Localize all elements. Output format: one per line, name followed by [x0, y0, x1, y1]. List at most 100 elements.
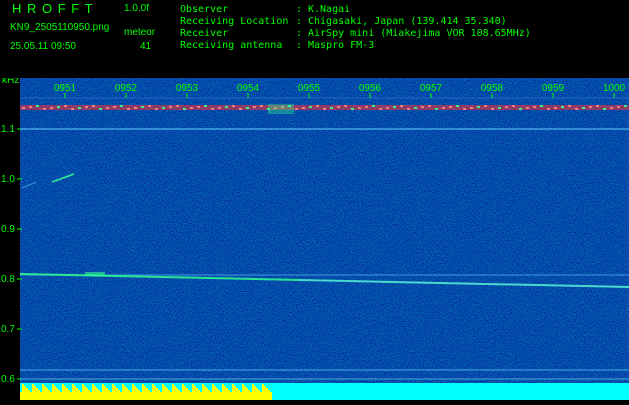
intensity-bar-yellow	[122, 384, 124, 400]
intensity-bar-yellow	[86, 388, 88, 400]
intensity-bar-yellow	[270, 392, 272, 400]
info-label-observer: Observer	[180, 4, 229, 15]
carrier-speck	[365, 106, 368, 108]
time-label: 0954	[237, 83, 260, 94]
carrier-speck	[106, 107, 109, 109]
freq-label: 0.8	[1, 274, 15, 285]
carrier-speck	[386, 107, 389, 109]
intensity-bar-yellow	[114, 386, 116, 400]
info-value-observer: K.Nagai	[308, 4, 351, 15]
carrier-speck	[407, 108, 410, 110]
freq-label: 0.9	[1, 224, 15, 235]
meteor-echo	[85, 272, 105, 276]
intensity-bar-yellow	[200, 392, 202, 400]
intensity-bar-yellow	[30, 392, 32, 400]
intensity-bar-yellow	[22, 384, 24, 400]
intensity-bar-yellow	[258, 390, 260, 400]
intensity-bar-yellow	[198, 390, 200, 400]
date-time: 25.05.11 09:50	[10, 41, 76, 52]
intensity-bar-yellow	[256, 388, 258, 400]
intensity-bar-yellow	[242, 384, 244, 400]
intensity-bar-yellow	[202, 384, 204, 400]
intensity-bar-yellow	[250, 392, 252, 400]
intensity-bar-yellow	[196, 388, 198, 400]
intensity-bar-yellow	[142, 384, 144, 400]
intensity-bar-yellow	[140, 392, 142, 400]
carrier-speck	[246, 107, 249, 109]
carrier-speck	[197, 106, 200, 108]
carrier-speck	[57, 106, 60, 108]
carrier-speck	[302, 107, 305, 109]
intensity-bar-yellow	[98, 390, 100, 400]
intensity-bar-yellow	[100, 392, 102, 400]
carrier-speck	[603, 108, 606, 110]
intensity-bar-yellow	[62, 384, 64, 400]
intensity-bar-yellow	[222, 384, 224, 400]
intensity-bar-yellow	[246, 388, 248, 400]
carrier-speck	[64, 105, 67, 107]
intensity-bar-yellow	[46, 388, 48, 400]
intensity-bar-yellow	[144, 386, 146, 400]
time-label: 0956	[359, 83, 382, 94]
carrier-speck	[22, 107, 25, 109]
carrier-speck	[183, 108, 186, 110]
intensity-bar-yellow	[224, 386, 226, 400]
carrier-speck	[470, 107, 473, 109]
intensity-bar-yellow	[166, 388, 168, 400]
carrier-speck	[204, 105, 207, 107]
intensity-bar-yellow	[230, 392, 232, 400]
carrier-speck	[624, 105, 627, 107]
intensity-bar-yellow	[154, 386, 156, 400]
meteor-count: 41	[140, 41, 152, 52]
intensity-bar-yellow	[68, 390, 70, 400]
carrier-speck	[351, 108, 354, 110]
spectrogram-panel[interactable]: kHz 0951 0952 0953 0954 0955 0956 0957 0958 0959 1…	[0, 75, 629, 400]
carrier-speck	[127, 108, 130, 110]
intensity-bar-yellow	[264, 386, 266, 400]
carrier-speck	[148, 105, 151, 107]
carrier-speck	[211, 108, 214, 110]
carrier-speck	[218, 107, 221, 109]
intensity-bar-yellow	[212, 384, 214, 400]
intensity-bar-yellow	[66, 388, 68, 400]
carrier-speck	[99, 108, 102, 110]
intensity-bar-yellow	[92, 384, 94, 400]
intensity-bar-yellow	[96, 388, 98, 400]
carrier-speck	[540, 105, 543, 107]
intensity-bar-yellow	[156, 388, 158, 400]
intensity-bar-yellow	[150, 392, 152, 400]
intensity-bar-yellow	[204, 386, 206, 400]
intensity-bar-yellow	[20, 392, 22, 400]
carrier-speck	[456, 105, 459, 107]
header-panel: H R O F F T 1.0.0f KN9_2505110950.png me…	[0, 0, 629, 78]
carrier-speck	[316, 105, 319, 107]
intensity-bar-yellow	[226, 388, 228, 400]
intensity-bar-yellow	[36, 388, 38, 400]
intensity-bar-yellow	[138, 390, 140, 400]
spectrogram-noise	[20, 78, 629, 400]
freq-label: 1.0	[1, 174, 15, 185]
carrier-speck	[421, 106, 424, 108]
carrier-speck	[50, 107, 53, 109]
carrier-speck	[29, 106, 32, 108]
carrier-speck	[393, 106, 396, 108]
carrier-speck	[414, 107, 417, 109]
carrier-speck	[134, 107, 137, 109]
app-version: 1.0.0f	[124, 3, 150, 14]
intensity-bar-yellow	[266, 388, 268, 400]
carrier-speck	[428, 105, 431, 107]
info-sep: :	[296, 16, 303, 27]
info-sep: :	[296, 40, 303, 51]
carrier-speck	[85, 106, 88, 108]
intensity-bar-yellow	[252, 384, 254, 400]
carrier-speck	[442, 107, 445, 109]
meteor-echo	[268, 104, 294, 114]
intensity-bar-yellow	[132, 384, 134, 400]
carrier-speck	[176, 105, 179, 107]
intensity-bar-yellow	[220, 392, 222, 400]
carrier-speck	[498, 107, 501, 109]
time-label: 0952	[115, 83, 138, 94]
intensity-bar-yellow	[102, 384, 104, 400]
intensity-bar-yellow	[240, 392, 242, 400]
intensity-bar-yellow	[118, 390, 120, 400]
